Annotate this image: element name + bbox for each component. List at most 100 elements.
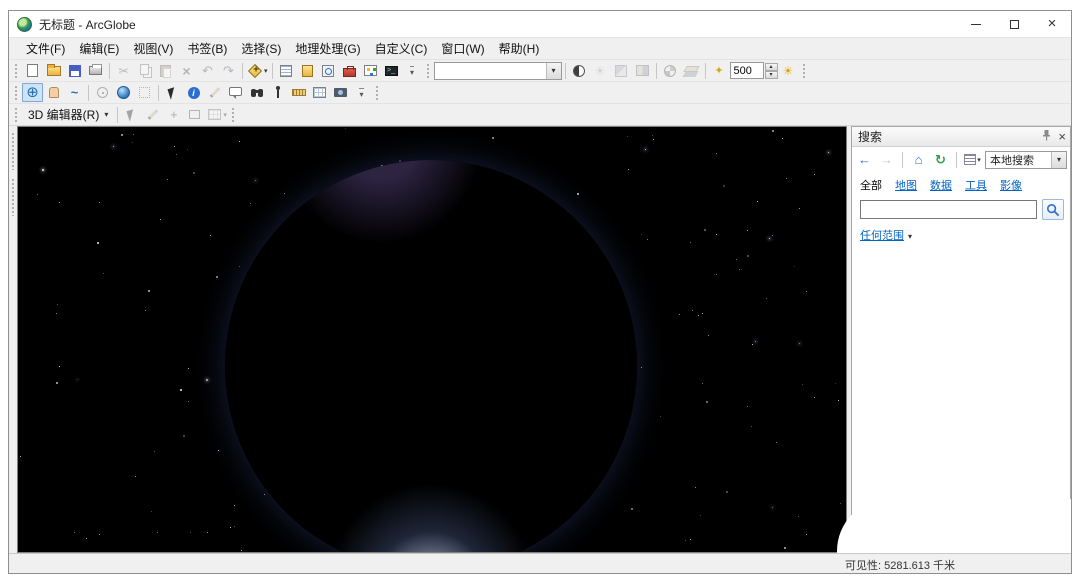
swipe-layer-button[interactable] <box>632 61 653 80</box>
menu-customize[interactable]: 自定义(C) <box>368 37 435 60</box>
find-button[interactable] <box>246 83 267 102</box>
menu-window[interactable]: 窗口(W) <box>434 37 491 60</box>
layer-effects-button[interactable] <box>681 61 702 80</box>
edit-tool-button[interactable] <box>121 105 142 124</box>
menu-geoprocessing[interactable]: 地理处理(G) <box>288 37 367 60</box>
transparency-icon <box>615 65 627 77</box>
search-home-button[interactable] <box>909 150 928 169</box>
menu-selection[interactable]: 选择(S) <box>234 37 288 60</box>
panel-close-icon[interactable] <box>1058 128 1066 146</box>
search-go-button[interactable] <box>1042 199 1064 220</box>
delete-button[interactable] <box>176 61 197 80</box>
search-forward-button[interactable] <box>877 150 896 169</box>
globe-viewport[interactable] <box>17 126 847 553</box>
measure-button[interactable] <box>288 83 309 102</box>
brightness-button[interactable] <box>590 61 611 80</box>
tab-data[interactable]: 数据 <box>930 177 952 193</box>
edit-vertices-button[interactable] <box>163 105 184 124</box>
layer-combobox[interactable] <box>434 62 562 80</box>
maximize-button[interactable] <box>995 11 1033 37</box>
full-extent-button[interactable] <box>113 83 134 102</box>
redo-button[interactable] <box>218 61 239 80</box>
tab-maps[interactable]: 地图 <box>895 177 917 193</box>
pan-tool-button[interactable] <box>43 83 64 102</box>
combobox-dropdown-icon[interactable] <box>546 63 561 79</box>
tab-imagery[interactable]: 影像 <box>1000 177 1022 193</box>
toolbar-overflow-button[interactable] <box>351 83 372 102</box>
toolbar-overflow-button[interactable] <box>402 61 423 80</box>
dock-grip[interactable] <box>11 132 15 170</box>
print-button[interactable] <box>85 61 106 80</box>
toolbar-grip[interactable] <box>802 63 806 78</box>
dock-grip[interactable] <box>11 178 15 216</box>
sun-position-button[interactable] <box>778 61 799 80</box>
create-features-button[interactable] <box>142 105 163 124</box>
tab-tools[interactable]: 工具 <box>965 177 987 193</box>
3d-editor-menu-button[interactable]: 3D 编辑器(R) <box>22 104 114 125</box>
spinner-up-icon[interactable] <box>765 63 778 71</box>
close-button[interactable] <box>1033 11 1071 37</box>
attribute-table-button[interactable] <box>309 83 330 102</box>
snapshot-button[interactable] <box>330 83 351 102</box>
select-graphics-button[interactable] <box>162 83 183 102</box>
globe-night-sphere[interactable] <box>225 160 637 553</box>
menu-help[interactable]: 帮助(H) <box>492 37 547 60</box>
minimize-button[interactable] <box>957 11 995 37</box>
contrast-button[interactable] <box>569 61 590 80</box>
editor-more-button[interactable] <box>205 105 228 124</box>
menu-bookmarks[interactable]: 书签(B) <box>180 37 234 60</box>
toolbox-button[interactable] <box>339 61 360 80</box>
toolbar-grip[interactable] <box>231 107 235 122</box>
save-button[interactable] <box>64 61 85 80</box>
table-of-contents-button[interactable] <box>276 61 297 80</box>
table-of-contents-icon <box>280 65 292 77</box>
save-icon <box>69 65 81 77</box>
walk-tool-button[interactable] <box>267 83 288 102</box>
toolbar-grip[interactable] <box>14 63 18 78</box>
search-index-button[interactable] <box>963 150 982 169</box>
search-input[interactable] <box>860 200 1037 219</box>
search-back-button[interactable] <box>855 150 874 169</box>
pin-icon[interactable] <box>1041 128 1052 146</box>
distance-spinner-input[interactable] <box>730 62 764 79</box>
html-popup-button[interactable] <box>225 83 246 102</box>
combobox-dropdown-icon[interactable] <box>1051 152 1066 168</box>
toolbar-grip[interactable] <box>375 85 379 100</box>
fly-tool-button[interactable] <box>64 83 85 102</box>
target-distance-button[interactable] <box>709 61 730 80</box>
reshape-button[interactable] <box>184 105 205 124</box>
extent-dropdown-icon[interactable] <box>908 226 912 244</box>
cut-button[interactable] <box>113 61 134 80</box>
identify-button[interactable] <box>183 83 204 102</box>
python-window-button[interactable] <box>381 61 402 80</box>
tab-all[interactable]: 全部 <box>860 177 882 193</box>
search-extent-link[interactable]: 任何范围 <box>860 227 904 243</box>
catalog-window-button[interactable] <box>297 61 318 80</box>
copy-button[interactable] <box>134 61 155 80</box>
undo-button[interactable] <box>197 61 218 80</box>
toolbar-grip[interactable] <box>14 85 18 100</box>
redo-icon <box>221 63 237 79</box>
open-button[interactable] <box>43 61 64 80</box>
menu-edit[interactable]: 编辑(E) <box>72 37 126 60</box>
title-bar: 无标题 - ArcGlobe <box>9 11 1071 37</box>
modelbuilder-button[interactable] <box>360 61 381 80</box>
paste-button[interactable] <box>155 61 176 80</box>
catalog-icon <box>302 65 313 77</box>
transparency-button[interactable] <box>611 61 632 80</box>
search-window-button[interactable] <box>318 61 339 80</box>
search-refresh-button[interactable] <box>931 150 950 169</box>
animation-button[interactable] <box>660 61 681 80</box>
add-data-button[interactable] <box>246 61 269 80</box>
search-type-combobox[interactable]: 本地搜索 <box>985 151 1067 169</box>
navigate-tool-button[interactable] <box>22 83 43 102</box>
spinner-down-icon[interactable] <box>765 71 778 79</box>
edit-sketch-button[interactable] <box>204 83 225 102</box>
menu-file[interactable]: 文件(F) <box>19 37 72 60</box>
new-document-button[interactable] <box>22 61 43 80</box>
fixed-zoom-in-button[interactable] <box>134 83 155 102</box>
menu-view[interactable]: 视图(V) <box>126 37 180 60</box>
center-on-target-button[interactable] <box>92 83 113 102</box>
toolbar-grip[interactable] <box>14 107 18 122</box>
toolbar-grip[interactable] <box>426 63 430 78</box>
